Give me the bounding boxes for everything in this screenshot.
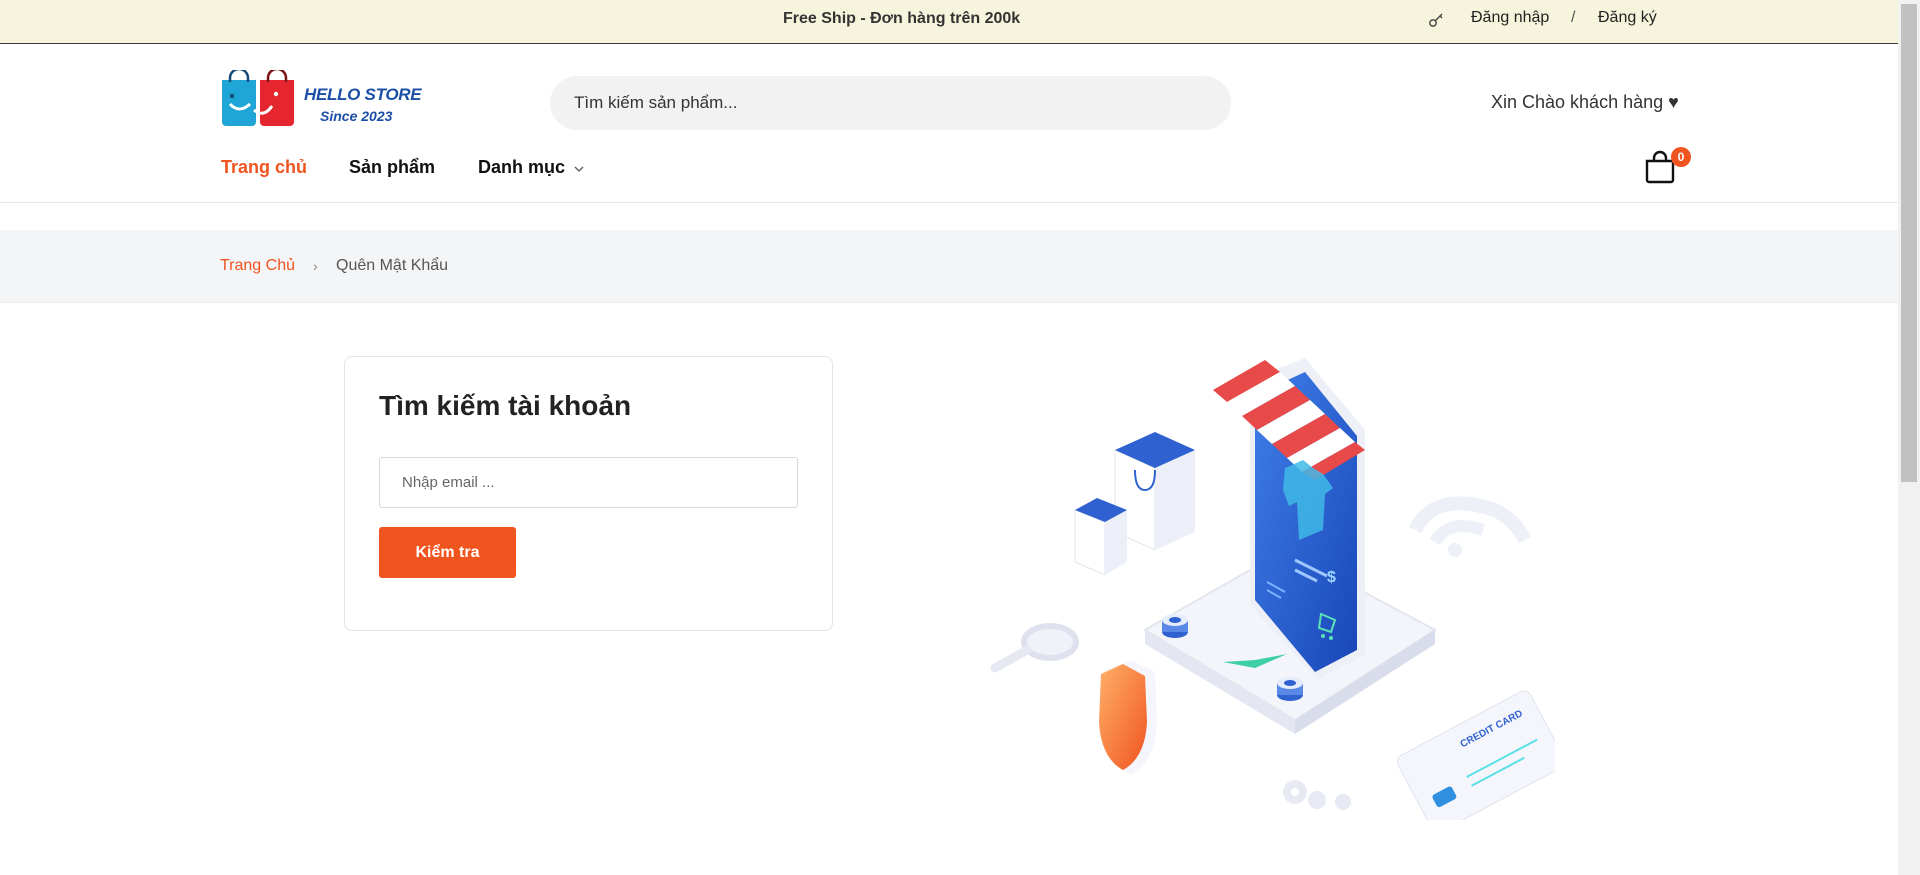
header-divider xyxy=(0,202,1898,203)
nav-category[interactable]: Danh mục xyxy=(478,157,565,178)
logo-title: HELLO STORE xyxy=(304,85,422,104)
cart-count-badge: 0 xyxy=(1671,147,1691,167)
online-shop-illustration: $ CREDIT CARD xyxy=(990,358,1555,820)
promo-text: Free Ship - Đơn hàng trên 200k xyxy=(783,10,1021,27)
email-field[interactable] xyxy=(379,457,798,508)
register-link[interactable]: Đăng ký xyxy=(1598,9,1657,27)
top-bar: Free Ship - Đơn hàng trên 200k Đăng nhập… xyxy=(0,0,1898,44)
chevron-down-icon xyxy=(574,166,584,172)
auth-separator: / xyxy=(1571,9,1576,26)
form-title: Tìm kiếm tài khoản xyxy=(379,390,632,421)
breadcrumb-separator: › xyxy=(313,258,318,274)
key-icon xyxy=(1429,13,1443,27)
page: Free Ship - Đơn hàng trên 200k Đăng nhập… xyxy=(0,0,1920,875)
breadcrumb-current: Quên Mật Khẩu xyxy=(336,257,449,274)
svg-text:$: $ xyxy=(1327,569,1336,586)
greeting-text: Xin Chào khách hàng ♥ xyxy=(1491,92,1679,112)
login-link[interactable]: Đăng nhập xyxy=(1471,9,1549,27)
breadcrumb-home[interactable]: Trang Chủ xyxy=(220,257,295,275)
nav-products[interactable]: Sản phẩm xyxy=(349,157,435,178)
nav-home[interactable]: Trang chủ xyxy=(221,157,307,178)
logo-subtitle: Since 2023 xyxy=(320,108,393,124)
scrollbar-thumb[interactable] xyxy=(1901,4,1917,482)
check-button[interactable]: Kiểm tra xyxy=(379,527,516,578)
search-input[interactable] xyxy=(550,76,1231,130)
